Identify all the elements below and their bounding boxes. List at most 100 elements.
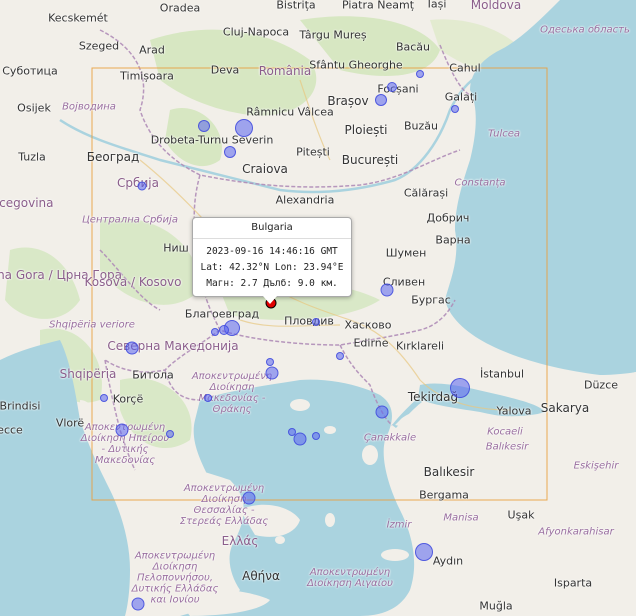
map-label-haskovo: Хасково (344, 318, 392, 332)
earthquake-marker[interactable] (235, 119, 253, 137)
map-label-ploiesti: Ploiești (344, 123, 388, 137)
map-label-kirklareli: Kırklareli (395, 339, 445, 353)
map-label-shqiperia_v: Shqipëria veriore (49, 319, 135, 331)
earthquake-marker[interactable] (131, 597, 145, 611)
map-label-romania: România (258, 64, 312, 78)
map-label-izmir: İzmir (386, 519, 412, 531)
map-label-bucuresti: București (341, 153, 399, 167)
map-label-deva: Deva (210, 63, 240, 77)
map-view[interactable]: Kecskemét Oradea Bistrița Piatra Neamț Iași M… (0, 0, 636, 616)
map-label-nis: Ниш (163, 241, 189, 255)
earthquake-marker[interactable] (100, 394, 108, 402)
map-label-brindisi: Brindisi (0, 399, 41, 413)
map-label-drobeta: Drobeta-Turnu Severin (150, 133, 274, 147)
map-label-sfantu: Sfântu Gheorghe (309, 58, 403, 72)
earthquake-marker[interactable] (288, 428, 296, 436)
map-label-kecskemet: Kecskemét (48, 11, 108, 25)
map-label-shumen: Шумен (385, 246, 427, 260)
map-label-usak: Uşak (507, 508, 535, 522)
earthquake-marker[interactable] (198, 120, 210, 132)
earthquake-marker[interactable] (336, 352, 344, 360)
map-label-apok1: Αποκεντρωμένη Διοίκηση Μακεδονίας - Θράκ… (191, 371, 273, 415)
map-label-tulcea: Tulcea (488, 128, 520, 140)
earthquake-marker[interactable] (265, 366, 279, 380)
map-label-korce: Korçë (112, 392, 144, 406)
map-label-szeged: Szeged (78, 39, 120, 53)
earthquake-marker[interactable] (166, 430, 174, 438)
map-label-arad: Arad (139, 43, 165, 57)
map-label-piatra: Piatra Neamț (341, 0, 415, 12)
map-label-focsani: Focșani (377, 82, 419, 96)
map-label-kosovo: Kosova / Kosovo (84, 275, 182, 289)
earthquake-marker[interactable] (242, 491, 256, 505)
map-label-moldova: Moldova (470, 0, 522, 12)
map-label-apok3: Αποκεντρωμένη Διοίκηση Θεσσαλίας - Στερε… (179, 483, 269, 527)
earthquake-marker[interactable] (375, 94, 387, 106)
map-label-tuzla: Tuzla (18, 150, 46, 164)
map-label-osijek: Osijek (17, 101, 51, 115)
map-label-plovdiv: Пловдив (284, 314, 334, 328)
earthquake-marker[interactable] (387, 82, 397, 92)
map-label-canakkale: Çanakkale (363, 432, 417, 444)
map-label-timisoara: Timișoara (120, 69, 174, 83)
map-label-buzau: Buzău (403, 119, 439, 133)
map-label-craiova: Craiova (242, 162, 288, 176)
map-label-balikesir: Balıkesir (423, 465, 475, 479)
map-label-edirne: Edirne (353, 336, 389, 350)
map-label-sakarya: Sakarya (540, 401, 590, 415)
popup-title: Bulgaria (193, 218, 351, 239)
map-label-isparta: Isparta (553, 576, 593, 590)
earthquake-marker[interactable] (219, 325, 229, 335)
map-label-yalova: Yalova (496, 404, 532, 418)
map-label-duzce: Düzce (583, 378, 619, 392)
map-label-constanta: Constanța (454, 177, 506, 189)
map-label-bistrita: Bistrița (276, 0, 316, 12)
map-label-aydin: Aydın (432, 554, 464, 568)
earthquake-marker[interactable] (211, 328, 219, 336)
popup-pointer (263, 296, 277, 304)
map-label-pitesti: Pitești (296, 145, 330, 159)
map-label-cahul: Cahul (449, 61, 481, 75)
earthquake-marker[interactable] (416, 70, 424, 78)
map-label-apok4: Αποκεντρωμένη Διοίκηση Πελοποννήσου, Δυτ… (131, 550, 219, 606)
popup-magnitude-depth: Магн: 2.7 Дълб: 9.0 км. (206, 278, 338, 289)
earthquake-marker[interactable] (115, 423, 129, 437)
popup-coordinates: Lat: 42.32°N Lon: 23.94°E (200, 262, 344, 273)
map-label-dobrich: Добрич (426, 211, 470, 225)
map-label-vojvodina: Војводина (62, 101, 116, 113)
map-label-athina: Αθήνα (242, 569, 280, 583)
earthquake-marker[interactable] (224, 146, 236, 158)
earthquake-marker[interactable] (375, 405, 389, 419)
map-label-varna: Варна (435, 233, 471, 247)
earthquake-marker[interactable] (125, 341, 139, 355)
map-label-bergama: Bergama (419, 488, 469, 502)
earthquake-marker[interactable] (293, 432, 307, 446)
earthquake-marker[interactable] (451, 105, 459, 113)
earthquake-marker[interactable] (380, 283, 394, 297)
popup-time: 2023-09-16 14:46:16 GMT (206, 246, 338, 257)
map-label-beograd: Београд (86, 150, 140, 164)
earthquake-marker[interactable] (415, 543, 433, 561)
map-label-iasi: Iași (427, 0, 447, 11)
earthquake-marker[interactable] (312, 432, 320, 440)
earthquake-marker[interactable] (450, 378, 470, 398)
map-label-centralna: Централна Србија (82, 214, 178, 226)
map-label-eskisehir: Eskişehir (573, 460, 619, 472)
earthquake-marker[interactable] (312, 318, 320, 326)
map-label-blagoevgrad: Благоевград (184, 307, 260, 321)
map-label-cluj: Cluj-Napoca (222, 25, 290, 39)
earthquake-marker[interactable] (204, 394, 212, 402)
map-label-targu: Târgu Mureș (299, 28, 367, 42)
map-label-calarasi: Călărași (403, 186, 449, 200)
earthquake-popup: Bulgaria 2023-09-16 14:46:16 GMT Lat: 42… (192, 217, 352, 304)
map-label-balikesir_r: Balıkesir (485, 441, 529, 453)
map-label-ellas: Ελλάς (221, 534, 259, 548)
map-label-alexandria: Alexandria (275, 193, 335, 207)
map-label-lecce: ecce (0, 423, 23, 437)
map-label-subotica: Суботица (2, 64, 58, 78)
map-label-bitola: Битола (132, 368, 174, 382)
map-label-kocaeli: Kocaeli (487, 426, 523, 438)
map-label-bacau: Bacău (395, 40, 431, 54)
earthquake-marker[interactable] (137, 181, 147, 191)
earthquake-marker[interactable] (266, 358, 274, 366)
